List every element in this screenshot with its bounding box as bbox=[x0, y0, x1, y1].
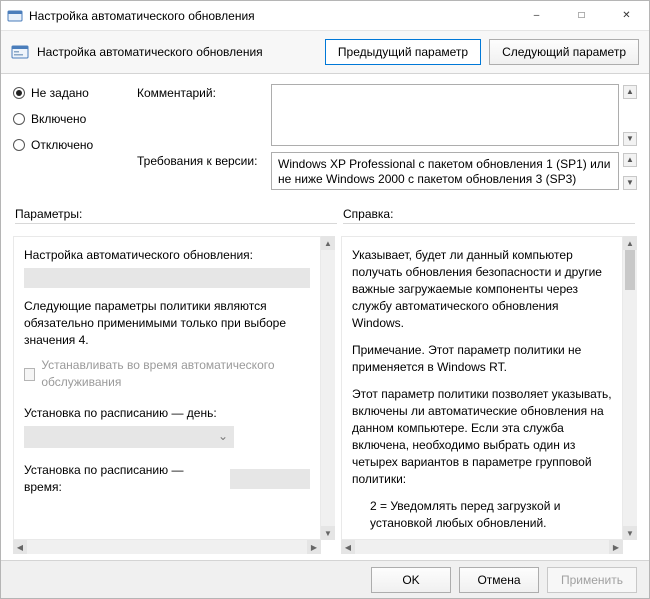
minimize-button[interactable]: – bbox=[514, 1, 559, 30]
requirements-label: Требования к версии: bbox=[137, 152, 267, 168]
help-header: Справка: bbox=[343, 207, 393, 221]
gpedit-property-window: Настройка автоматического обновления – □… bbox=[0, 0, 650, 599]
scroll-up-icon[interactable]: ▲ bbox=[321, 236, 335, 250]
radio-dot-icon bbox=[13, 139, 25, 151]
scroll-up-icon[interactable]: ▲ bbox=[623, 153, 637, 167]
help-panel: Указывает, будет ли данный компьютер пол… bbox=[341, 236, 637, 554]
help-paragraph: Этот параметр политики позволяет указыва… bbox=[352, 386, 612, 488]
radio-label: Включено bbox=[31, 112, 86, 126]
scroll-right-icon[interactable]: ▶ bbox=[307, 540, 321, 554]
auto-update-label: Настройка автоматического обновления: bbox=[24, 247, 310, 264]
comment-textarea[interactable] bbox=[271, 84, 619, 146]
footer: OK Отмена Применить bbox=[1, 560, 649, 598]
scroll-right-icon[interactable]: ▶ bbox=[609, 540, 623, 554]
help-paragraph: Указывает, будет ли данный компьютер пол… bbox=[352, 247, 612, 332]
radio-enabled[interactable]: Включено bbox=[13, 112, 133, 126]
checkbox-icon bbox=[24, 368, 35, 381]
radio-dot-icon bbox=[13, 87, 25, 99]
checkbox-label: Устанавливать во время автоматического о… bbox=[41, 357, 310, 391]
help-paragraph: Примечание. Этот параметр политики не пр… bbox=[352, 342, 612, 376]
schedule-day-combo[interactable] bbox=[24, 426, 234, 448]
titlebar-controls: – □ ✕ bbox=[514, 1, 649, 30]
scroll-thumb[interactable] bbox=[625, 250, 635, 290]
help-paragraph: 2 = Уведомлять перед загрузкой и установ… bbox=[352, 498, 612, 532]
ok-button[interactable]: OK bbox=[371, 567, 451, 593]
state-radios: Не задано Включено Отключено bbox=[13, 84, 133, 152]
radio-label: Не задано bbox=[31, 86, 89, 100]
comment-scroll: ▲ ▼ bbox=[623, 84, 637, 146]
options-panel: Настройка автоматического обновления: Сл… bbox=[13, 236, 335, 554]
maximize-button[interactable]: □ bbox=[559, 1, 604, 30]
help-scrollbar-v[interactable]: ▲ ▼ bbox=[623, 236, 637, 540]
top-grid: Не задано Включено Отключено Комментарий… bbox=[13, 84, 637, 190]
install-during-maintenance-checkbox[interactable]: Устанавливать во время автоматического о… bbox=[24, 357, 310, 391]
body-area: Не задано Включено Отключено Комментарий… bbox=[1, 74, 649, 560]
policy-icon bbox=[11, 43, 29, 61]
schedule-day-label: Установка по расписанию — день: bbox=[24, 405, 310, 422]
scroll-down-icon[interactable]: ▼ bbox=[321, 526, 335, 540]
help-scrollbar-h[interactable]: ◀ ▶ bbox=[341, 540, 623, 554]
scroll-down-icon[interactable]: ▼ bbox=[623, 132, 637, 146]
options-note: Следующие параметры политики являются об… bbox=[24, 298, 310, 349]
schedule-time-label: Установка по расписанию — время: bbox=[24, 462, 222, 496]
next-setting-button[interactable]: Следующий параметр bbox=[489, 39, 639, 65]
titlebar: Настройка автоматического обновления – □… bbox=[1, 1, 649, 31]
requirements-scroll: ▲ ▼ bbox=[623, 152, 637, 190]
cancel-button[interactable]: Отмена bbox=[459, 567, 539, 593]
scroll-down-icon[interactable]: ▼ bbox=[623, 176, 637, 190]
scroll-left-icon[interactable]: ◀ bbox=[13, 540, 27, 554]
app-icon bbox=[7, 8, 23, 24]
scroll-up-icon[interactable]: ▲ bbox=[623, 85, 637, 99]
scroll-left-icon[interactable]: ◀ bbox=[341, 540, 355, 554]
prev-setting-button[interactable]: Предыдущий параметр bbox=[325, 39, 481, 65]
panel-headers: Параметры: Справка: bbox=[13, 203, 637, 226]
page-subtitle: Настройка автоматического обновления bbox=[37, 45, 325, 59]
radio-dot-icon bbox=[13, 113, 25, 125]
auto-update-combo[interactable] bbox=[24, 268, 310, 288]
window-title: Настройка автоматического обновления bbox=[29, 9, 514, 23]
apply-button[interactable]: Применить bbox=[547, 567, 637, 593]
requirements-text: Windows XP Professional с пакетом обновл… bbox=[271, 152, 619, 190]
scroll-down-icon[interactable]: ▼ bbox=[623, 526, 637, 540]
close-button[interactable]: ✕ bbox=[604, 1, 649, 30]
radio-disabled[interactable]: Отключено bbox=[13, 138, 133, 152]
nav-buttons: Предыдущий параметр Следующий параметр bbox=[325, 39, 639, 65]
separator bbox=[13, 198, 637, 199]
options-scrollbar-h[interactable]: ◀ ▶ bbox=[13, 540, 321, 554]
options-scrollbar-v[interactable]: ▲ ▼ bbox=[321, 236, 335, 540]
options-header: Параметры: bbox=[15, 207, 82, 221]
radio-not-configured[interactable]: Не задано bbox=[13, 86, 133, 100]
header-row: Настройка автоматического обновления Пре… bbox=[1, 31, 649, 74]
help-content: Указывает, будет ли данный компьютер пол… bbox=[341, 236, 623, 540]
options-content: Настройка автоматического обновления: Сл… bbox=[13, 236, 321, 540]
schedule-time-field[interactable] bbox=[230, 469, 310, 489]
radio-label: Отключено bbox=[31, 138, 93, 152]
comment-label: Комментарий: bbox=[137, 84, 267, 100]
scroll-up-icon[interactable]: ▲ bbox=[623, 236, 637, 250]
mid-panels: Настройка автоматического обновления: Сл… bbox=[13, 226, 637, 554]
